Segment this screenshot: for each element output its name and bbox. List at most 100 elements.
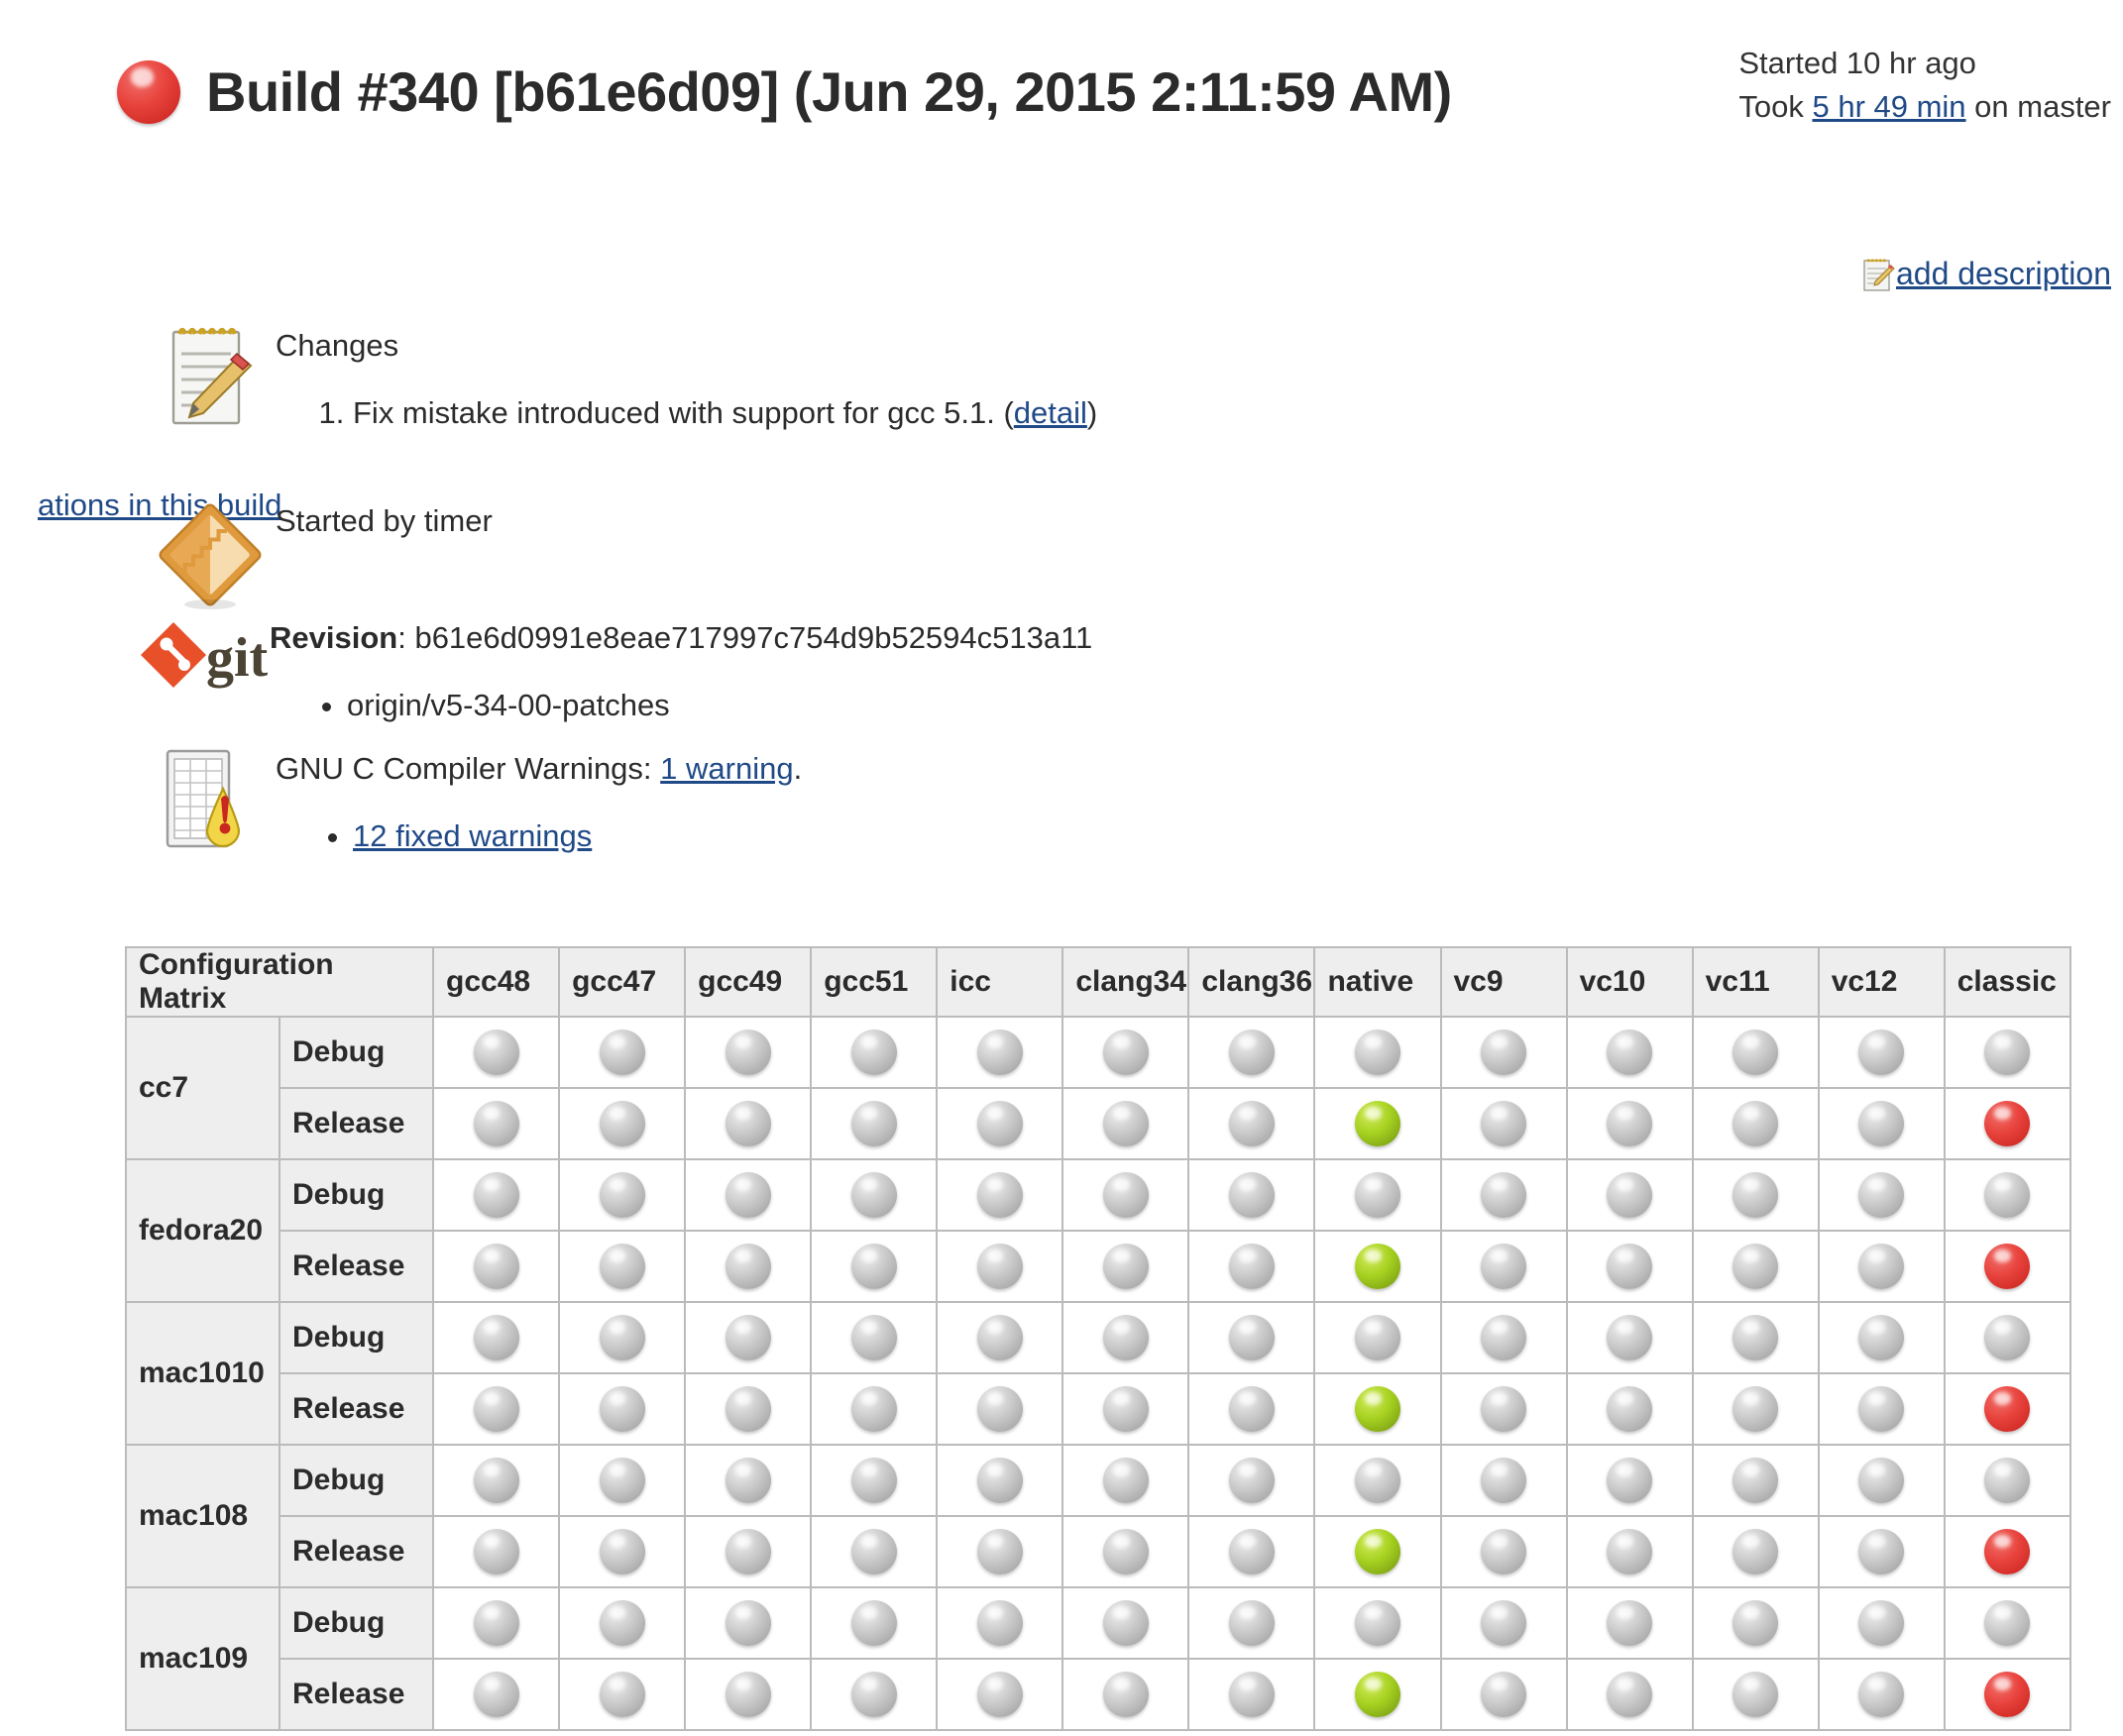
change-detail-link[interactable]: detail	[1014, 395, 1087, 430]
matrix-cell-fedora20-release-icc[interactable]	[936, 1230, 1064, 1303]
matrix-cell-cc7-debug-gcc51[interactable]	[810, 1016, 939, 1089]
build-duration-link[interactable]: 5 hr 49 min	[1812, 89, 1965, 124]
matrix-cell-mac108-debug-classic[interactable]	[1943, 1444, 2072, 1517]
matrix-cell-mac1010-debug-clang34[interactable]	[1062, 1301, 1190, 1374]
matrix-cell-mac108-release-gcc47[interactable]	[558, 1515, 687, 1588]
matrix-cell-cc7-release-gcc49[interactable]	[684, 1087, 813, 1160]
matrix-cell-cc7-release-vc9[interactable]	[1439, 1087, 1568, 1160]
matrix-cell-mac1010-debug-vc10[interactable]	[1565, 1301, 1694, 1374]
fixed-warnings-link[interactable]: 12 fixed warnings	[353, 818, 592, 853]
matrix-cell-cc7-debug-vc11[interactable]	[1691, 1016, 1820, 1089]
matrix-cell-mac108-debug-clang36[interactable]	[1187, 1444, 1316, 1517]
matrix-cell-mac108-release-gcc51[interactable]	[810, 1515, 939, 1588]
matrix-cell-mac109-release-gcc51[interactable]	[810, 1658, 939, 1731]
matrix-cell-mac1010-debug-gcc49[interactable]	[684, 1301, 813, 1374]
matrix-cell-mac108-debug-vc9[interactable]	[1439, 1444, 1568, 1517]
matrix-cell-mac108-debug-gcc47[interactable]	[558, 1444, 687, 1517]
matrix-cell-fedora20-release-gcc48[interactable]	[431, 1230, 561, 1303]
matrix-cell-mac109-debug-classic[interactable]	[1943, 1586, 2072, 1660]
matrix-cell-mac108-release-clang34[interactable]	[1062, 1515, 1190, 1588]
matrix-cell-mac109-debug-vc10[interactable]	[1565, 1586, 1694, 1660]
matrix-cell-mac109-release-gcc47[interactable]	[558, 1658, 687, 1731]
matrix-cell-fedora20-debug-classic[interactable]	[1943, 1158, 2072, 1232]
matrix-cell-mac109-release-native[interactable]	[1313, 1658, 1442, 1731]
matrix-cell-mac1010-debug-gcc48[interactable]	[431, 1301, 561, 1374]
matrix-cell-cc7-debug-vc9[interactable]	[1439, 1016, 1568, 1089]
matrix-cell-mac108-debug-vc11[interactable]	[1691, 1444, 1820, 1517]
matrix-cell-mac1010-release-gcc49[interactable]	[684, 1372, 813, 1446]
matrix-cell-mac109-debug-gcc48[interactable]	[431, 1586, 561, 1660]
warnings-count-link[interactable]: 1 warning	[660, 751, 793, 786]
matrix-cell-cc7-release-vc11[interactable]	[1691, 1087, 1820, 1160]
matrix-cell-fedora20-release-vc10[interactable]	[1565, 1230, 1694, 1303]
matrix-cell-fedora20-release-gcc47[interactable]	[558, 1230, 687, 1303]
matrix-cell-fedora20-release-gcc51[interactable]	[810, 1230, 939, 1303]
matrix-cell-cc7-release-vc12[interactable]	[1817, 1087, 1946, 1160]
matrix-cell-cc7-release-classic[interactable]	[1943, 1087, 2072, 1160]
matrix-cell-fedora20-release-gcc49[interactable]	[684, 1230, 813, 1303]
matrix-cell-mac109-debug-vc9[interactable]	[1439, 1586, 1568, 1660]
matrix-cell-mac109-release-clang36[interactable]	[1187, 1658, 1316, 1731]
matrix-cell-fedora20-release-classic[interactable]	[1943, 1230, 2072, 1303]
matrix-cell-cc7-debug-clang34[interactable]	[1062, 1016, 1190, 1089]
matrix-cell-mac1010-debug-vc11[interactable]	[1691, 1301, 1820, 1374]
matrix-cell-mac1010-debug-native[interactable]	[1313, 1301, 1442, 1374]
matrix-cell-fedora20-debug-clang36[interactable]	[1187, 1158, 1316, 1232]
matrix-cell-mac1010-debug-vc12[interactable]	[1817, 1301, 1946, 1374]
matrix-cell-fedora20-release-vc11[interactable]	[1691, 1230, 1820, 1303]
matrix-cell-cc7-debug-icc[interactable]	[936, 1016, 1064, 1089]
matrix-cell-fedora20-debug-vc9[interactable]	[1439, 1158, 1568, 1232]
matrix-cell-fedora20-release-clang36[interactable]	[1187, 1230, 1316, 1303]
matrix-cell-mac108-debug-gcc49[interactable]	[684, 1444, 813, 1517]
matrix-cell-mac109-release-clang34[interactable]	[1062, 1658, 1190, 1731]
matrix-cell-mac109-release-gcc49[interactable]	[684, 1658, 813, 1731]
matrix-cell-mac108-release-vc12[interactable]	[1817, 1515, 1946, 1588]
matrix-cell-mac1010-release-gcc48[interactable]	[431, 1372, 561, 1446]
matrix-cell-cc7-debug-gcc48[interactable]	[431, 1016, 561, 1089]
matrix-cell-cc7-release-clang34[interactable]	[1062, 1087, 1190, 1160]
matrix-cell-fedora20-debug-vc11[interactable]	[1691, 1158, 1820, 1232]
matrix-cell-mac109-debug-icc[interactable]	[936, 1586, 1064, 1660]
matrix-cell-mac108-release-icc[interactable]	[936, 1515, 1064, 1588]
matrix-cell-mac1010-release-vc11[interactable]	[1691, 1372, 1820, 1446]
matrix-cell-mac109-release-classic[interactable]	[1943, 1658, 2072, 1731]
matrix-cell-mac108-release-clang36[interactable]	[1187, 1515, 1316, 1588]
add-description-link[interactable]: add description	[1896, 256, 2111, 292]
matrix-cell-cc7-release-gcc48[interactable]	[431, 1087, 561, 1160]
matrix-cell-mac1010-release-gcc51[interactable]	[810, 1372, 939, 1446]
matrix-cell-mac1010-debug-gcc47[interactable]	[558, 1301, 687, 1374]
matrix-cell-cc7-debug-vc10[interactable]	[1565, 1016, 1694, 1089]
matrix-cell-fedora20-release-vc12[interactable]	[1817, 1230, 1946, 1303]
matrix-cell-mac1010-debug-vc9[interactable]	[1439, 1301, 1568, 1374]
matrix-cell-cc7-release-icc[interactable]	[936, 1087, 1064, 1160]
matrix-cell-mac1010-debug-clang36[interactable]	[1187, 1301, 1316, 1374]
matrix-cell-mac108-debug-vc10[interactable]	[1565, 1444, 1694, 1517]
matrix-cell-fedora20-debug-gcc51[interactable]	[810, 1158, 939, 1232]
matrix-cell-mac109-debug-vc12[interactable]	[1817, 1586, 1946, 1660]
matrix-cell-mac108-debug-native[interactable]	[1313, 1444, 1442, 1517]
matrix-cell-fedora20-release-vc9[interactable]	[1439, 1230, 1568, 1303]
matrix-cell-mac108-release-classic[interactable]	[1943, 1515, 2072, 1588]
matrix-cell-cc7-debug-gcc49[interactable]	[684, 1016, 813, 1089]
matrix-cell-mac1010-release-vc12[interactable]	[1817, 1372, 1946, 1446]
matrix-cell-fedora20-release-native[interactable]	[1313, 1230, 1442, 1303]
matrix-cell-mac1010-release-native[interactable]	[1313, 1372, 1442, 1446]
matrix-cell-mac108-release-gcc48[interactable]	[431, 1515, 561, 1588]
matrix-cell-mac109-debug-vc11[interactable]	[1691, 1586, 1820, 1660]
matrix-cell-cc7-debug-gcc47[interactable]	[558, 1016, 687, 1089]
matrix-cell-mac1010-release-clang36[interactable]	[1187, 1372, 1316, 1446]
matrix-cell-mac108-release-vc11[interactable]	[1691, 1515, 1820, 1588]
matrix-cell-cc7-release-gcc47[interactable]	[558, 1087, 687, 1160]
matrix-cell-cc7-release-gcc51[interactable]	[810, 1087, 939, 1160]
matrix-cell-fedora20-debug-icc[interactable]	[936, 1158, 1064, 1232]
add-description-row[interactable]: add description	[1861, 256, 2111, 292]
matrix-cell-cc7-debug-classic[interactable]	[1943, 1016, 2072, 1089]
matrix-cell-cc7-debug-vc12[interactable]	[1817, 1016, 1946, 1089]
matrix-cell-fedora20-debug-gcc49[interactable]	[684, 1158, 813, 1232]
matrix-cell-mac109-release-vc12[interactable]	[1817, 1658, 1946, 1731]
matrix-cell-mac109-release-gcc48[interactable]	[431, 1658, 561, 1731]
matrix-cell-mac109-debug-clang36[interactable]	[1187, 1586, 1316, 1660]
matrix-cell-mac1010-release-gcc47[interactable]	[558, 1372, 687, 1446]
matrix-cell-mac108-debug-vc12[interactable]	[1817, 1444, 1946, 1517]
matrix-cell-mac108-debug-gcc48[interactable]	[431, 1444, 561, 1517]
